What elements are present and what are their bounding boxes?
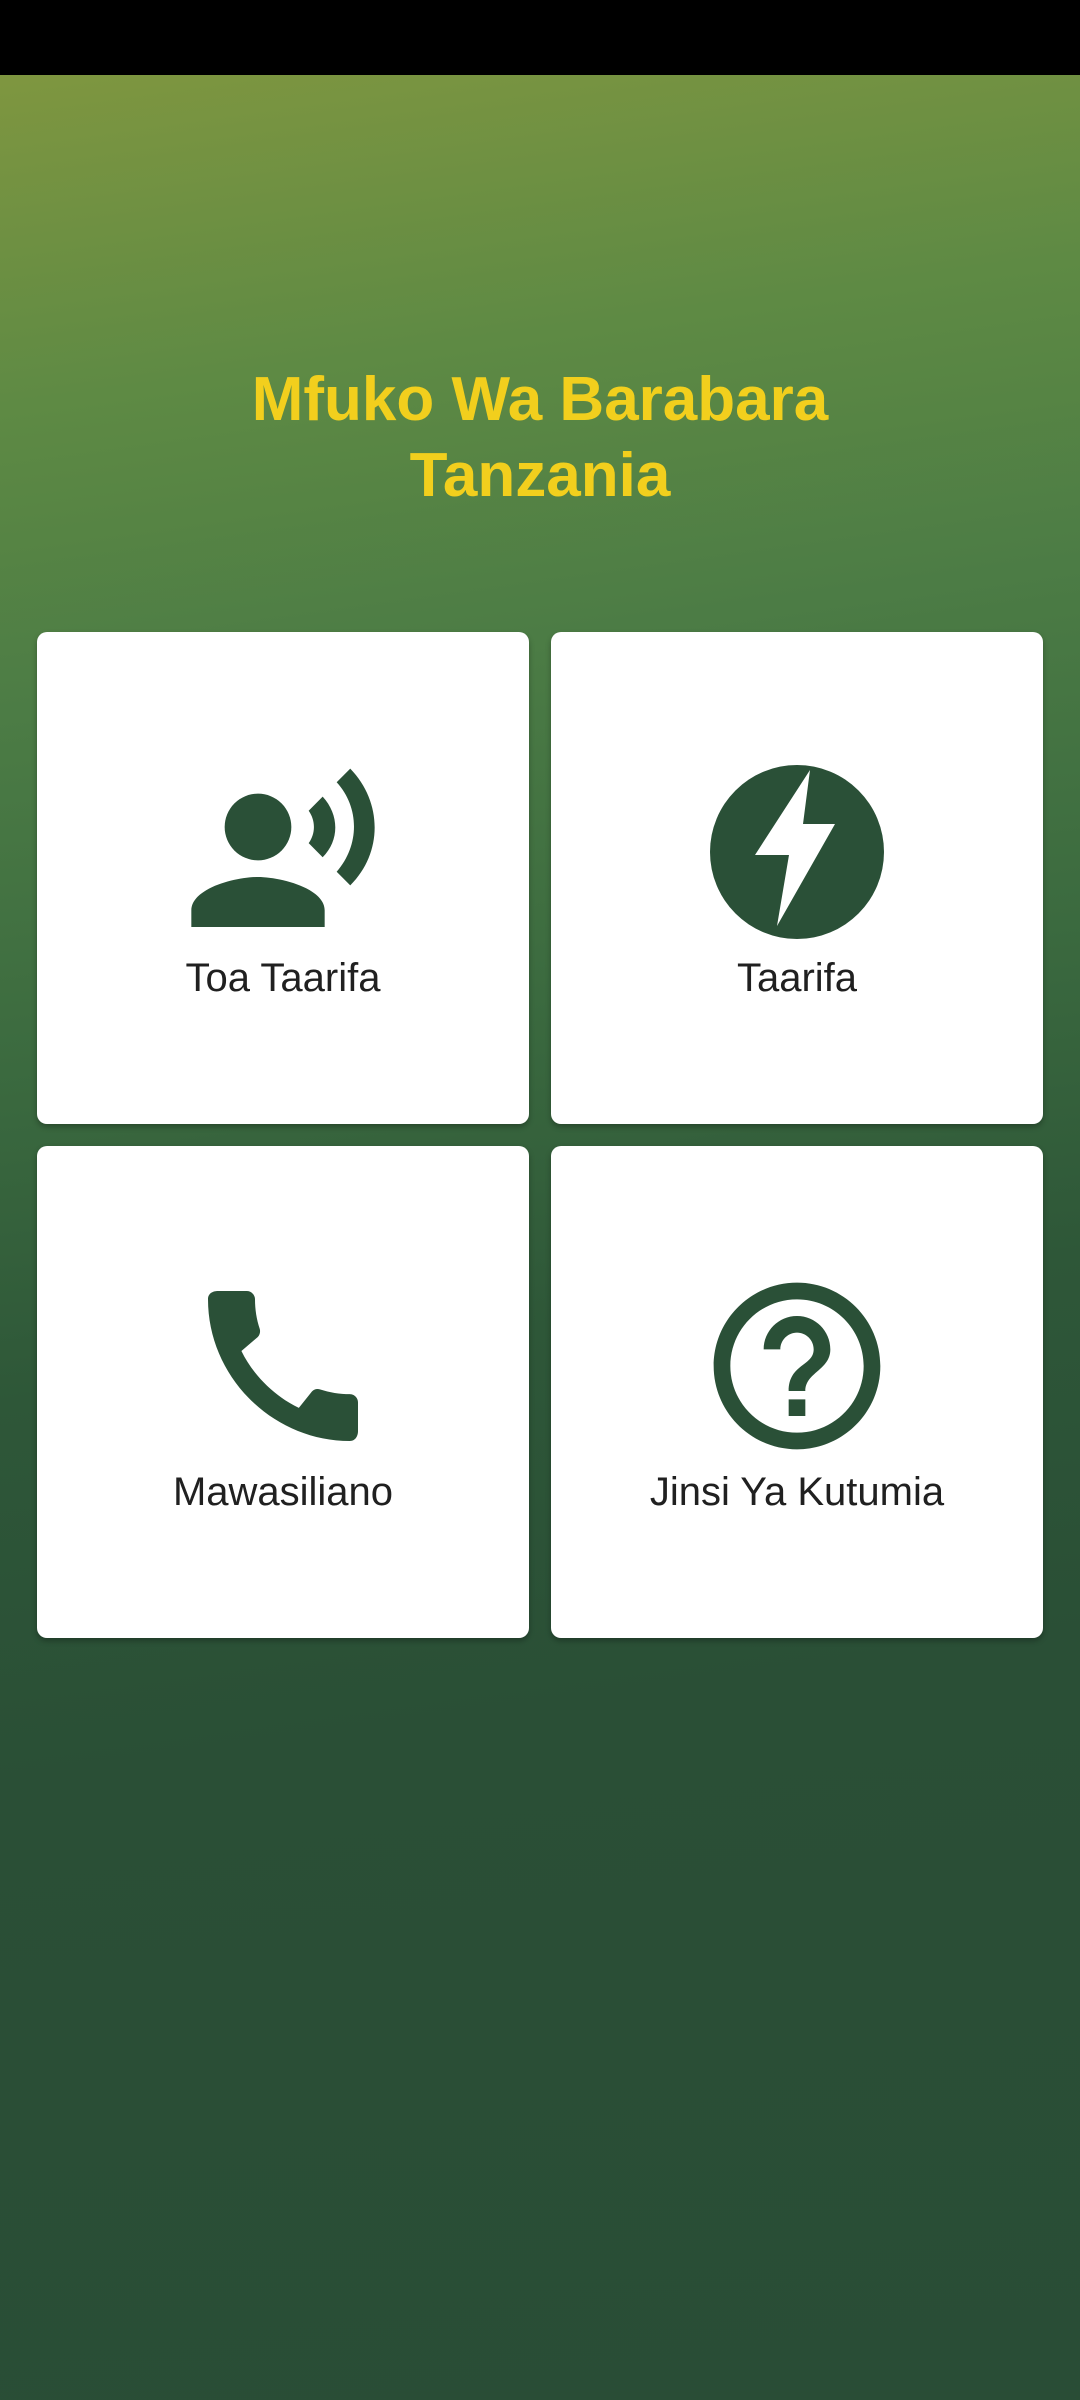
phone-icon — [183, 1266, 383, 1466]
status-bar — [0, 0, 1080, 75]
menu-tile-jinsi-ya-kutumia[interactable]: Jinsi Ya Kutumia — [551, 1146, 1043, 1638]
help-circle-icon — [697, 1266, 897, 1466]
app-title-line-1: Mfuko Wa Barabara — [251, 365, 829, 434]
home-screen: Mfuko Wa Barabara Tanzania Toa Taarifa T… — [0, 0, 1080, 2400]
menu-tile-taarifa[interactable]: Taarifa — [551, 632, 1043, 1124]
lightning-bolt-icon — [697, 752, 897, 952]
menu-tile-label: Mawasiliano — [172, 1470, 394, 1514]
app-title-line-2: Tanzania — [409, 441, 671, 510]
menu-tile-label: Jinsi Ya Kutumia — [649, 1470, 945, 1514]
record-voice-icon — [183, 752, 383, 952]
menu-tile-toa-taarifa[interactable]: Toa Taarifa — [37, 632, 529, 1124]
menu-tile-label: Toa Taarifa — [185, 956, 381, 1000]
menu-tile-mawasiliano[interactable]: Mawasiliano — [37, 1146, 529, 1638]
app-title: Mfuko Wa Barabara Tanzania — [0, 362, 1080, 514]
menu-tile-label: Taarifa — [736, 956, 858, 1000]
